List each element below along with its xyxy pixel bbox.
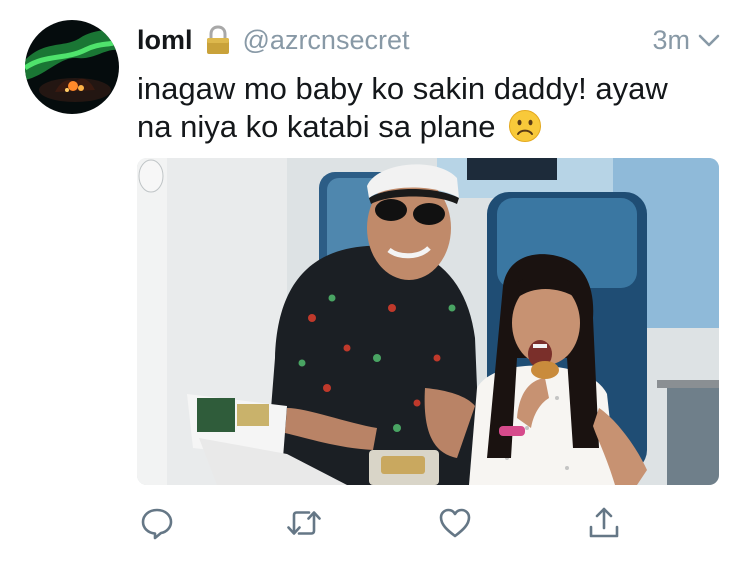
retweet-button[interactable]: [284, 505, 324, 545]
share-icon: [586, 505, 622, 546]
timestamp[interactable]: 3m: [652, 25, 690, 56]
display-name[interactable]: loml: [137, 25, 193, 56]
lock-icon: [205, 25, 231, 55]
share-button[interactable]: [584, 505, 624, 545]
avatar[interactable]: [25, 20, 119, 114]
tweet-header: loml @azrcnsecret 3m: [137, 24, 722, 56]
tweet[interactable]: loml @azrcnsecret 3m inagaw mo baby ko s…: [0, 0, 750, 562]
user-handle[interactable]: @azrcnsecret: [243, 25, 410, 56]
reply-button[interactable]: [137, 505, 177, 545]
frowning-face-icon: [508, 109, 542, 152]
like-button[interactable]: [435, 505, 475, 545]
tweet-actions: [0, 505, 750, 551]
tweet-photo[interactable]: [137, 158, 719, 485]
heart-icon: [437, 505, 473, 546]
tweet-text-line: na niya ko katabi sa plane: [137, 108, 727, 152]
retweet-icon: [285, 505, 323, 546]
reply-icon: [139, 505, 175, 546]
tweet-text-line: inagaw mo baby ko sakin daddy! ayaw: [137, 71, 668, 106]
chevron-down-icon[interactable]: [696, 27, 722, 53]
tweet-text-fragment: na niya ko katabi sa plane: [137, 109, 496, 144]
tweet-text: inagaw mo baby ko sakin daddy! ayaw na n…: [137, 70, 727, 152]
